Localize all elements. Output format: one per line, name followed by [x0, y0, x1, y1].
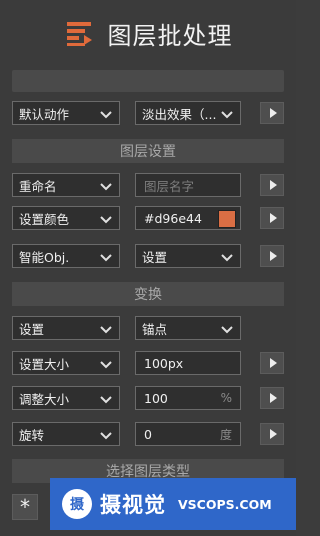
action-row: 默认动作 淡出效果（... — [12, 101, 284, 127]
smartobj-select[interactable]: 智能Obj. — [12, 244, 120, 268]
run-action-button[interactable] — [260, 102, 284, 124]
apply-color-button[interactable] — [260, 207, 284, 229]
size-row: 设置大小 100px — [12, 351, 284, 377]
layer-settings-header: 图层设置 — [12, 139, 284, 163]
top-divider-bar — [12, 70, 284, 92]
apply-rename-button[interactable] — [260, 174, 284, 196]
apply-size-button[interactable] — [260, 352, 284, 374]
rotate-value: 0 — [144, 426, 152, 442]
transform-header: 变换 — [12, 282, 284, 306]
size-select-label: 设置大小 — [19, 356, 70, 372]
rotate-select-label: 旋转 — [19, 427, 45, 443]
rename-row: 重命名 图层名字 — [12, 173, 284, 199]
smartobj-select-label: 智能Obj. — [19, 249, 70, 265]
chevron-down-icon — [100, 326, 112, 334]
apply-rotate-button[interactable] — [260, 423, 284, 445]
scale-value: 100 — [144, 390, 168, 406]
all-layer-types-button[interactable]: * — [12, 494, 38, 520]
chevron-down-icon — [100, 396, 112, 404]
size-select[interactable]: 设置大小 — [12, 351, 120, 375]
smartobj-row: 智能Obj. 设置 — [12, 244, 284, 270]
play-icon — [269, 180, 277, 190]
scale-input[interactable]: 100 % — [135, 386, 241, 410]
panel-header: 图层批处理 — [0, 0, 296, 66]
scale-select[interactable]: 调整大小 — [12, 386, 120, 410]
batch-layer-panel: 图层批处理 默认动作 淡出效果（... 图层设置 重命名 图层名字 设置颜色 #… — [0, 0, 296, 536]
chevron-down-icon — [100, 216, 112, 224]
size-input[interactable]: 100px — [135, 351, 241, 375]
scale-row: 调整大小 100 % — [12, 386, 284, 412]
layers-logo-icon — [64, 18, 94, 48]
chevron-down-icon — [100, 254, 112, 262]
chevron-down-icon — [100, 432, 112, 440]
chevron-down-icon — [221, 254, 233, 262]
chevron-down-icon — [221, 111, 233, 119]
rename-select-label: 重命名 — [19, 178, 57, 194]
chevron-down-icon — [221, 326, 233, 334]
apply-scale-button[interactable] — [260, 387, 284, 409]
percent-unit: % — [220, 391, 232, 405]
play-icon — [269, 393, 277, 403]
rename-select[interactable]: 重命名 — [12, 173, 120, 197]
play-icon — [269, 213, 277, 223]
effect-select[interactable]: 淡出效果（... — [135, 101, 241, 125]
transform-set-label: 设置 — [19, 321, 45, 337]
watermark-domain: VSCOPS.COM — [178, 496, 272, 512]
anchor-select[interactable]: 锚点 — [135, 316, 241, 340]
smartobj-option-label: 设置 — [142, 249, 168, 265]
rotate-select[interactable]: 旋转 — [12, 422, 120, 446]
play-icon — [269, 108, 277, 118]
color-hex-value: #d96e44 — [144, 210, 202, 226]
panel-title: 图层批处理 — [107, 21, 233, 50]
action-select-label: 默认动作 — [19, 106, 70, 122]
watermark-banner: 摄 摄视觉 VSCOPS.COM — [50, 478, 296, 530]
anchor-select-label: 锚点 — [142, 321, 168, 337]
action-select[interactable]: 默认动作 — [12, 101, 120, 125]
smartobj-option-select[interactable]: 设置 — [135, 244, 241, 268]
color-swatch[interactable] — [218, 210, 236, 228]
chevron-down-icon — [100, 111, 112, 119]
watermark-logo-icon: 摄 — [62, 489, 92, 519]
degree-unit: 度 — [219, 427, 232, 442]
apply-smartobj-button[interactable] — [260, 245, 284, 267]
anchor-row: 设置 锚点 — [12, 316, 284, 342]
play-icon — [269, 429, 277, 439]
play-icon — [269, 358, 277, 368]
chevron-down-icon — [100, 361, 112, 369]
color-select[interactable]: 设置颜色 — [12, 206, 120, 230]
watermark-text: 摄视觉 — [100, 493, 166, 517]
transform-set-select[interactable]: 设置 — [12, 316, 120, 340]
scale-select-label: 调整大小 — [19, 391, 70, 407]
rotate-input[interactable]: 0 度 — [135, 422, 241, 446]
effect-select-label: 淡出效果（... — [142, 106, 217, 122]
color-row: 设置颜色 #d96e44 — [12, 206, 284, 232]
color-select-label: 设置颜色 — [19, 211, 70, 227]
color-hex-input[interactable]: #d96e44 — [135, 206, 241, 230]
layer-name-input[interactable]: 图层名字 — [135, 173, 241, 197]
rotate-row: 旋转 0 度 — [12, 422, 284, 448]
play-icon — [269, 251, 277, 261]
chevron-down-icon — [100, 183, 112, 191]
